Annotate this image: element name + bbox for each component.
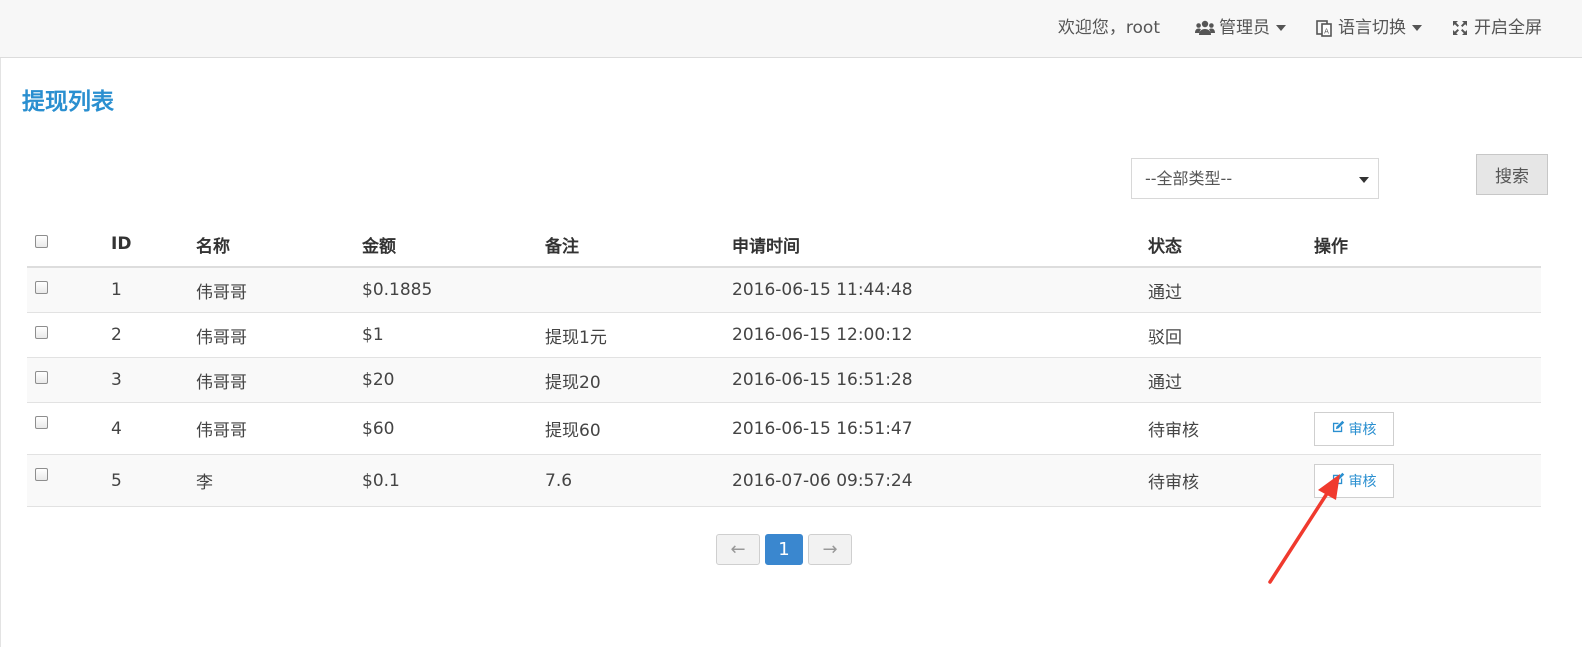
admin-menu-label: 管理员 <box>1219 18 1270 38</box>
fullscreen-label: 开启全屏 <box>1474 18 1542 38</box>
row-amount: $0.1885 <box>362 280 433 300</box>
table-row: 1 伟哥哥 $0.1885 2016-06-15 11:44:48 通过 <box>27 268 1541 313</box>
type-filter-select[interactable]: --全部类型-- <box>1131 158 1379 199</box>
search-button[interactable]: 搜索 <box>1476 154 1548 195</box>
chevron-down-icon <box>1276 25 1286 31</box>
users-icon <box>1195 18 1215 38</box>
admin-menu[interactable]: 管理员 <box>1195 0 1286 56</box>
row-note: 7.6 <box>545 470 573 491</box>
row-id: 3 <box>111 370 122 390</box>
prev-page-button[interactable]: ← <box>716 534 760 565</box>
row-time: 2016-07-06 09:57:24 <box>732 470 913 491</box>
row-checkbox[interactable] <box>35 468 48 481</box>
row-id: 2 <box>111 325 122 345</box>
row-time: 2016-06-15 11:44:48 <box>732 280 913 300</box>
row-status: 待审核 <box>1148 473 1199 493</box>
row-checkbox[interactable] <box>35 281 48 294</box>
header-amount: 金额 <box>362 236 396 257</box>
row-amount: $0.1 <box>362 470 400 491</box>
row-time: 2016-06-15 16:51:47 <box>732 418 913 439</box>
select-all-cell <box>35 222 48 266</box>
audit-button-label: 审核 <box>1348 473 1377 490</box>
row-note: 提现20 <box>545 372 601 393</box>
row-checkbox[interactable] <box>35 416 48 429</box>
sidebar-divider <box>0 58 1 647</box>
header-id: ID <box>111 234 132 254</box>
row-status: 通过 <box>1148 372 1182 393</box>
select-all-checkbox[interactable] <box>35 235 48 248</box>
row-checkbox-cell <box>35 455 48 506</box>
type-filter-value: --全部类型-- <box>1145 169 1233 188</box>
header-name: 名称 <box>196 236 230 257</box>
row-name: 李 <box>196 473 213 493</box>
row-note: 提现1元 <box>545 327 607 348</box>
row-checkbox-cell <box>35 313 48 357</box>
row-checkbox[interactable] <box>35 371 48 384</box>
edit-icon <box>1332 420 1345 437</box>
row-id: 1 <box>111 280 122 300</box>
row-amount: $20 <box>362 370 395 390</box>
page-title: 提现列表 <box>22 89 114 115</box>
row-note: 提现60 <box>545 421 601 441</box>
select-caret-icon <box>1359 177 1369 183</box>
expand-icon <box>1450 18 1470 38</box>
header-time: 申请时间 <box>732 236 800 257</box>
row-checkbox-cell <box>35 358 48 402</box>
page-1-button[interactable]: 1 <box>765 534 803 565</box>
svg-text:A: A <box>1324 28 1329 36</box>
row-checkbox-cell <box>35 403 48 454</box>
row-id: 4 <box>111 418 122 439</box>
header-action: 操作 <box>1314 236 1348 257</box>
table-header: ID 名称 金额 备注 申请时间 状态 操作 <box>27 222 1541 268</box>
row-status: 驳回 <box>1148 327 1182 348</box>
top-navbar: 欢迎您，root 管理员 A 语言切换 开启全屏 <box>0 0 1582 58</box>
row-amount: $1 <box>362 325 384 345</box>
pagination: ← 1 → <box>716 534 852 565</box>
header-note: 备注 <box>545 236 579 257</box>
row-action-cell: 审核 <box>1314 403 1394 454</box>
next-page-button[interactable]: → <box>808 534 852 565</box>
row-name: 伟哥哥 <box>196 282 247 303</box>
welcome-text: 欢迎您，root <box>1057 18 1160 38</box>
language-switch-menu[interactable]: A 语言切换 <box>1314 0 1422 56</box>
table-row: 2 伟哥哥 $1 提现1元 2016-06-15 12:00:12 驳回 <box>27 313 1541 358</box>
fullscreen-toggle[interactable]: 开启全屏 <box>1450 0 1542 56</box>
row-status: 通过 <box>1148 282 1182 303</box>
row-checkbox-cell <box>35 268 48 312</box>
row-time: 2016-06-15 12:00:12 <box>732 325 913 345</box>
row-name: 伟哥哥 <box>196 372 247 393</box>
audit-button-label: 审核 <box>1348 421 1377 438</box>
language-icon: A <box>1314 18 1334 38</box>
audit-button[interactable]: 审核 <box>1314 411 1394 446</box>
annotation-arrow-icon <box>1268 474 1340 584</box>
row-time: 2016-06-15 16:51:28 <box>732 370 913 390</box>
row-id: 5 <box>111 470 122 491</box>
table-row: 4 伟哥哥 $60 提现60 2016-06-15 16:51:47 待审核 审… <box>27 403 1541 455</box>
row-name: 伟哥哥 <box>196 421 247 441</box>
withdrawal-table: ID 名称 金额 备注 申请时间 状态 操作 1 伟哥哥 $0.1885 201… <box>27 222 1541 507</box>
row-checkbox[interactable] <box>35 326 48 339</box>
language-switch-label: 语言切换 <box>1338 18 1406 38</box>
row-amount: $60 <box>362 418 395 439</box>
chevron-down-icon <box>1412 25 1422 31</box>
table-row: 3 伟哥哥 $20 提现20 2016-06-15 16:51:28 通过 <box>27 358 1541 403</box>
row-name: 伟哥哥 <box>196 327 247 348</box>
header-status: 状态 <box>1148 236 1182 257</box>
row-status: 待审核 <box>1148 421 1199 441</box>
